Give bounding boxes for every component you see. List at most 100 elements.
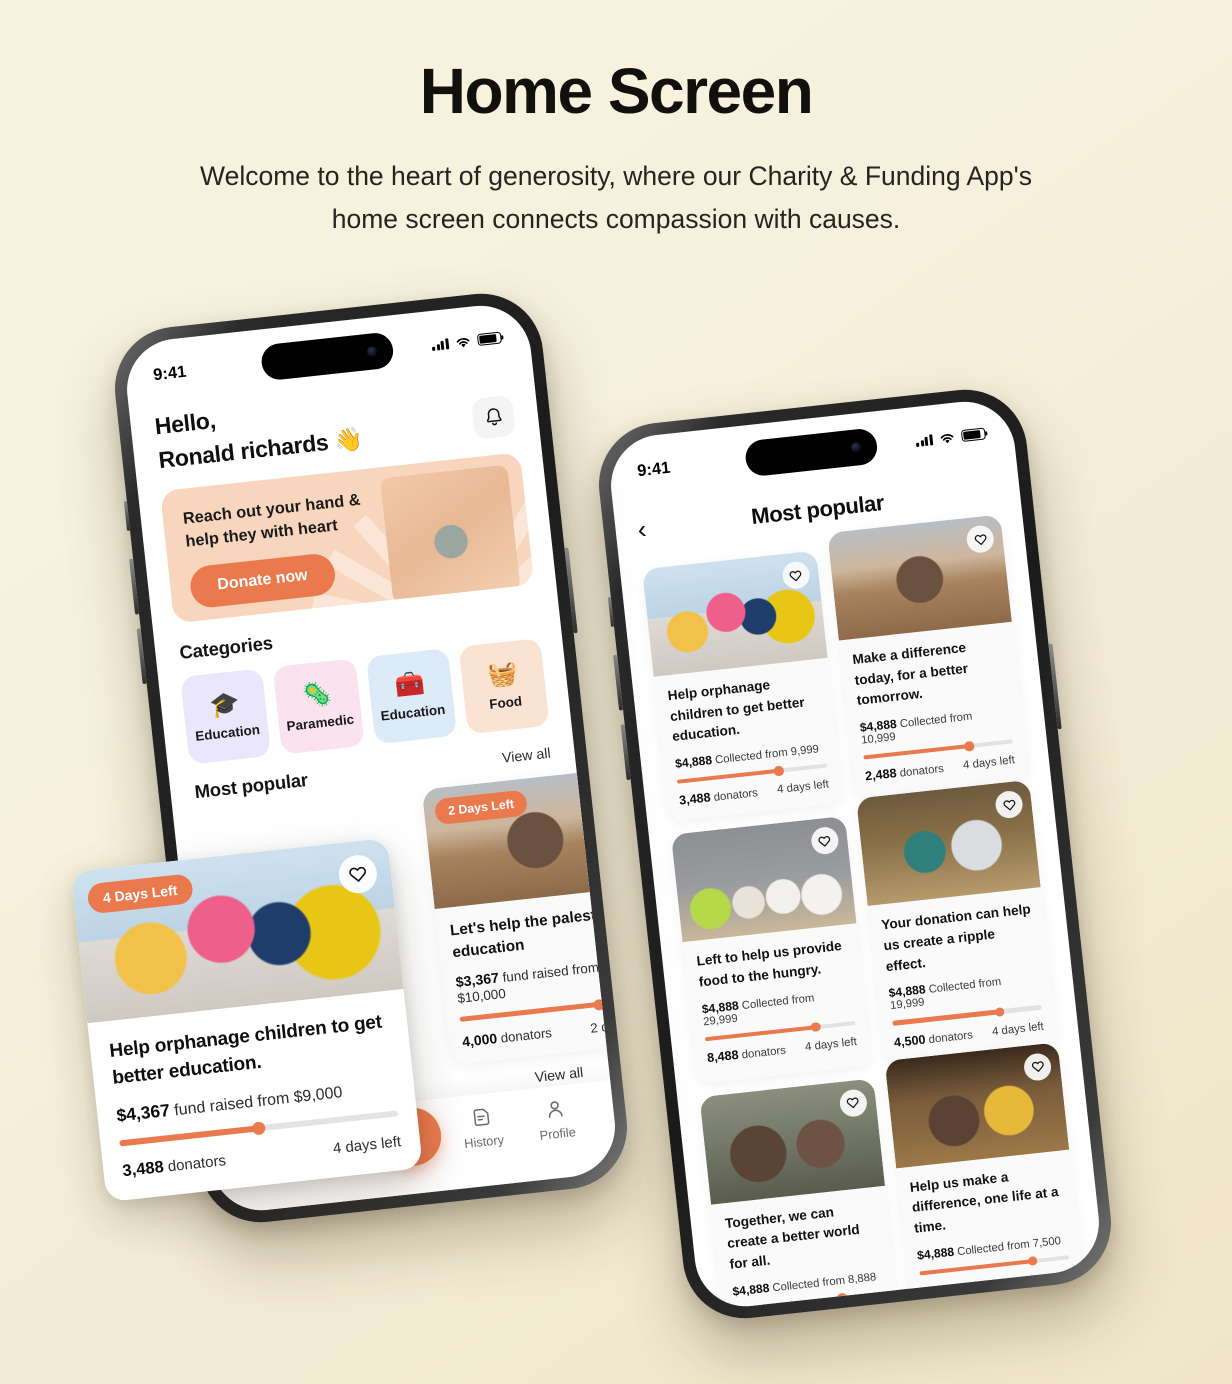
donators-label: donators <box>741 1044 787 1062</box>
campaign-card-1[interactable]: Make a difference today, for a better to… <box>826 514 1030 802</box>
category-food[interactable]: 🧺 Food <box>458 638 550 735</box>
graduation-cap-icon: 🎓 <box>208 689 241 720</box>
classroom-children-photo <box>642 550 828 677</box>
card-title: Make a difference today, for a better to… <box>851 639 969 709</box>
donators-count: 4,000 <box>461 1030 498 1051</box>
two-teens-football-photo <box>855 780 1041 907</box>
card-title: Together, we can create a better world f… <box>724 1204 861 1272</box>
donators-label: donators <box>499 1025 553 1046</box>
donators-count: 3,488 <box>121 1158 165 1181</box>
heart-outline-icon <box>1003 799 1015 811</box>
cellular-bars-icon <box>431 337 450 351</box>
most-popular-title: Most popular <box>193 769 309 803</box>
wifi-icon <box>456 337 470 347</box>
heart-outline-icon <box>349 866 367 882</box>
card-fund-amount: $4,888 <box>731 1280 771 1299</box>
campaign-card-0[interactable]: Help orphanage children to get better ed… <box>642 550 843 823</box>
battery-icon <box>960 427 986 443</box>
donators-count: 3,487 <box>920 1282 954 1300</box>
volume-down-button[interactable] <box>136 628 147 685</box>
refugee-camp-children-photo <box>826 514 1012 641</box>
two-children-portrait-photo <box>699 1078 885 1205</box>
card-footer: 2,488 donators 4 days left <box>864 754 1015 784</box>
mute-switch[interactable] <box>123 500 131 532</box>
category-label: Education <box>194 721 261 744</box>
tab-history[interactable]: History <box>448 1103 516 1153</box>
mute-switch-2[interactable] <box>607 596 615 628</box>
phone-mockup-stage: 9:41 Hello, Ronald richards 👋 Reach out … <box>0 0 1232 1384</box>
power-button[interactable] <box>564 547 578 634</box>
days-left-text: 4 days left <box>962 754 1016 773</box>
view-all-link[interactable]: View all <box>501 746 551 767</box>
card-title: Help orphanage children to get better ed… <box>667 677 806 745</box>
status-time-2: 9:41 <box>636 458 672 480</box>
donators-count: 3,488 <box>678 790 712 808</box>
card-footer: 8,488 donators 4 days left <box>706 1035 857 1065</box>
volume-up-button-2[interactable] <box>613 654 624 711</box>
campaign-grid: Help orphanage children to get better ed… <box>642 514 1087 1312</box>
campaign-card-palestinian[interactable]: 2 Days Left Let's help the palestinian e… <box>421 766 621 1066</box>
card-fund-rest: Collected from 9,999 <box>714 743 820 767</box>
card-footer: 4,000 donators 2 days left <box>461 1014 620 1050</box>
days-left-text: 4 days left <box>991 1020 1045 1038</box>
campaign-card-2[interactable]: Left to help us provide food to the hung… <box>670 816 872 1085</box>
document-icon <box>473 1108 490 1126</box>
boys-with-ball-photo <box>670 816 857 943</box>
tab-label: Profile <box>538 1124 577 1143</box>
card-fund-line: $3,367 fund raised from $10,000 <box>455 955 620 1006</box>
heart-outline-icon <box>818 835 831 847</box>
card-fund-amount: $4,888 <box>674 752 713 771</box>
card-title: Help us make a difference, one life at a… <box>909 1169 1060 1236</box>
days-left-text: 4 days left <box>776 778 830 797</box>
battery-icon <box>476 331 502 347</box>
donators-count: 8,488 <box>706 1047 740 1066</box>
heart-outline-icon <box>846 1097 859 1109</box>
donators-label: donators <box>928 1029 974 1046</box>
donators-label: donators <box>955 1278 1001 1296</box>
phone-mockup-most-popular: 9:41 ‹ Most popular Help orphanage child… <box>592 383 1118 1325</box>
virus-icon: 🦠 <box>300 679 334 710</box>
category-label: Paramedic <box>285 711 355 734</box>
days-left-text: 4 days left <box>804 1036 858 1054</box>
category-education-2[interactable]: 🧰 Education <box>365 648 457 745</box>
donators-label: donators <box>166 1152 227 1176</box>
volume-up-button[interactable] <box>129 558 140 615</box>
card-title: Let's help the palestinian education <box>449 902 621 962</box>
donators-label: donators <box>899 763 945 781</box>
days-left-text: 3 days left <box>1018 1270 1072 1288</box>
notification-button[interactable] <box>470 394 517 440</box>
campaign-card-4[interactable]: Together, we can create a better world f… <box>699 1078 901 1312</box>
campaign-card-3[interactable]: Your donation can help us create a rippl… <box>855 780 1058 1064</box>
card-fund-rest: Collected from 8,888 <box>771 1270 877 1295</box>
heart-outline-icon <box>1031 1061 1044 1073</box>
card-title: Your donation can help us create a rippl… <box>880 901 1032 974</box>
power-button-2[interactable] <box>1048 643 1062 730</box>
card-fund-rest: Collected from 7,500 <box>956 1234 1062 1258</box>
cellular-bars-icon <box>915 433 934 447</box>
tab-label: History <box>463 1131 505 1152</box>
days-left-text: 4 days left <box>834 1306 887 1311</box>
volume-down-button-2[interactable] <box>620 724 631 781</box>
card-fund-amount: $4,367 <box>115 1100 171 1126</box>
campaign-card-5[interactable]: Help us make a difference, one life at a… <box>884 1041 1087 1312</box>
card-fund-line: $4,888 Collected from 10,999 <box>859 704 1011 747</box>
wifi-icon <box>940 433 954 443</box>
category-label: Education <box>379 701 446 724</box>
most-popular-screen-content: ‹ Most popular Help orphanage children t… <box>606 397 1104 1312</box>
category-paramedic[interactable]: 🦠 Paramedic <box>272 658 365 755</box>
category-label: Food <box>488 692 523 712</box>
first-aid-kit-icon: 🧰 <box>393 669 427 700</box>
status-time: 9:41 <box>152 362 188 384</box>
card-fund-rest: fund raised from $9,000 <box>173 1084 344 1120</box>
days-left-text: 4 days left <box>332 1133 402 1158</box>
person-icon <box>548 1101 563 1119</box>
promo-banner[interactable]: Reach out your hand & help they with hea… <box>159 452 535 624</box>
card-title: Help orphanage children to get better ed… <box>108 1011 383 1089</box>
grocery-basket-icon: 🧺 <box>486 659 519 690</box>
featured-campaign-card[interactable]: 4 Days Left Help orphanage children to g… <box>70 837 424 1203</box>
tab-profile[interactable]: Profile <box>522 1095 590 1145</box>
category-education-1[interactable]: 🎓 Education <box>180 668 272 765</box>
card-footer: 3,488 donators 4 days left <box>678 778 829 808</box>
heart-outline-icon <box>789 570 802 581</box>
card-footer: 4,614 donators 4 days left <box>736 1305 887 1311</box>
